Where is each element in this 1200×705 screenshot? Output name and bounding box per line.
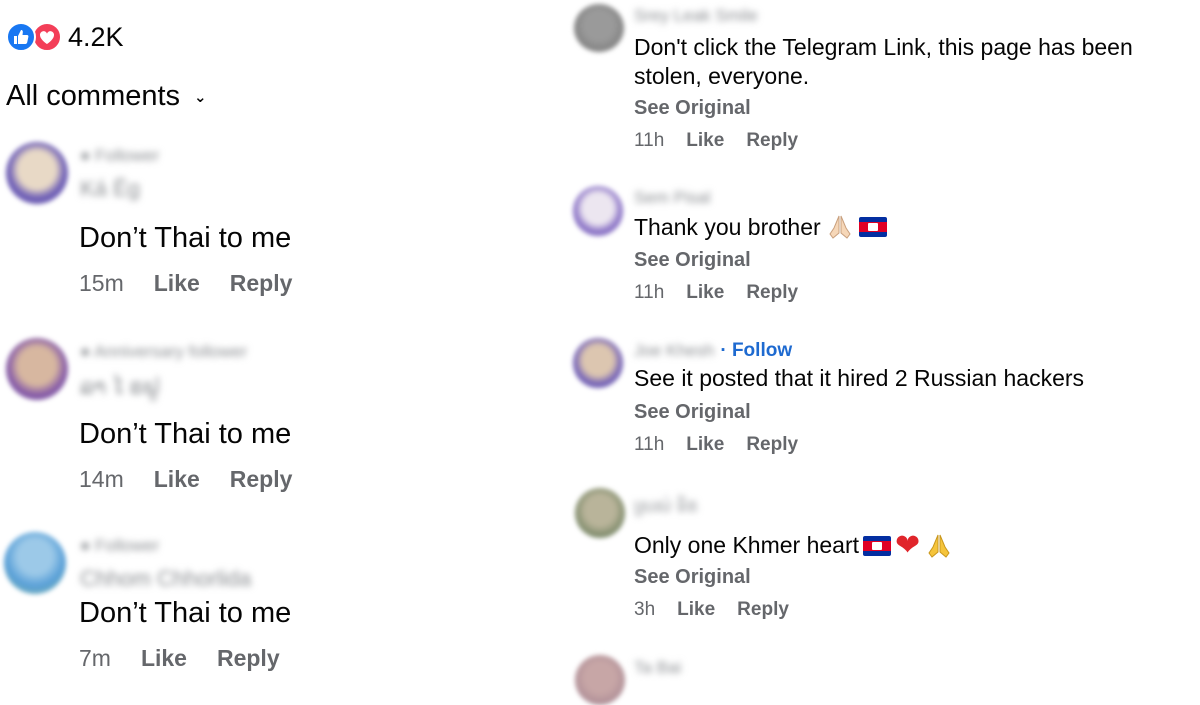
like-button[interactable]: Like bbox=[686, 282, 724, 304]
comment-time[interactable]: 3h bbox=[634, 599, 655, 621]
avatar[interactable] bbox=[573, 338, 623, 388]
see-original-link[interactable]: See Original bbox=[634, 401, 751, 424]
comment-text: Only one Khmer heart ❤ bbox=[634, 528, 954, 563]
comment-author[interactable]: Srey Leak Smile bbox=[634, 6, 758, 26]
like-button[interactable]: Like bbox=[686, 130, 724, 152]
reaction-count: 4.2K bbox=[68, 21, 124, 52]
reply-button[interactable]: Reply bbox=[746, 130, 798, 152]
like-button[interactable]: Like bbox=[141, 645, 187, 672]
comment-sort-dropdown[interactable]: All comments ⌄ bbox=[6, 80, 207, 113]
like-reaction-icon bbox=[6, 22, 36, 52]
avatar[interactable] bbox=[574, 4, 624, 52]
avatar[interactable] bbox=[575, 488, 625, 538]
reply-button[interactable]: Reply bbox=[230, 466, 293, 493]
comment-author[interactable]: Ká Ëg bbox=[80, 176, 140, 202]
avatar[interactable] bbox=[575, 655, 625, 705]
red-heart-icon: ❤ bbox=[895, 529, 921, 562]
comment-author[interactable]: Sem Pisal bbox=[634, 188, 711, 208]
comment-actions: 11h Like Reply bbox=[634, 130, 798, 152]
avatar[interactable] bbox=[6, 338, 68, 400]
like-button[interactable]: Like bbox=[677, 599, 715, 621]
comment-time[interactable]: 11h bbox=[634, 434, 664, 456]
comment-time[interactable]: 11h bbox=[634, 282, 664, 304]
comment-text: Don’t Thai to me bbox=[79, 597, 292, 629]
comment-text-body: Thank you brother bbox=[634, 213, 821, 240]
avatar[interactable] bbox=[6, 142, 68, 204]
chevron-down-icon: ⌄ bbox=[194, 88, 207, 106]
folded-hands-icon bbox=[829, 215, 851, 239]
comment-actions: 3h Like Reply bbox=[634, 599, 789, 621]
comment-time[interactable]: 7m bbox=[79, 645, 111, 672]
comment-text-line: Don't click the Telegram Link, this page… bbox=[634, 34, 1133, 60]
reply-button[interactable]: Reply bbox=[746, 434, 798, 456]
follower-badge: ● Follower bbox=[80, 146, 160, 165]
comment-author[interactable]: Chhom Chhorlida bbox=[80, 566, 251, 592]
reply-button[interactable]: Reply bbox=[217, 645, 280, 672]
follow-button[interactable]: · Follow bbox=[720, 340, 792, 362]
see-original-link[interactable]: See Original bbox=[634, 249, 751, 272]
comment-header: Joe Khesh · Follow bbox=[634, 340, 792, 362]
comment-actions: 15m Like Reply bbox=[79, 270, 292, 297]
follower-badge: ● Follower bbox=[80, 536, 160, 555]
comment-text: Don't click the Telegram Link, this page… bbox=[634, 33, 1133, 91]
reply-button[interactable]: Reply bbox=[230, 270, 293, 297]
avatar[interactable] bbox=[573, 186, 623, 236]
avatar[interactable] bbox=[4, 532, 66, 594]
see-original-link[interactable]: See Original bbox=[634, 97, 751, 120]
comment-actions: 14m Like Reply bbox=[79, 466, 292, 493]
comment-actions: 7m Like Reply bbox=[79, 645, 280, 672]
comment-time[interactable]: 14m bbox=[79, 466, 124, 493]
reply-button[interactable]: Reply bbox=[746, 282, 798, 304]
comment-text: See it posted that it hired 2 Russian ha… bbox=[634, 365, 1085, 391]
comment-actions: 11h Like Reply bbox=[634, 282, 798, 304]
like-button[interactable]: Like bbox=[686, 434, 724, 456]
comment-author[interactable]: Joe Khesh bbox=[634, 341, 714, 361]
reaction-summary[interactable]: 4.2K bbox=[6, 20, 124, 54]
follower-badge: ● Anniversary follower bbox=[80, 342, 248, 361]
like-button[interactable]: Like bbox=[154, 270, 200, 297]
comment-author[interactable]: Ta Bai bbox=[634, 658, 681, 678]
cambodia-flag-icon bbox=[858, 217, 887, 237]
comment-author[interactable]: ស្រស់ ទិត bbox=[634, 496, 698, 521]
love-reaction-icon bbox=[32, 22, 62, 52]
like-button[interactable]: Like bbox=[154, 466, 200, 493]
sort-label: All comments bbox=[6, 80, 181, 112]
comment-text: Don’t Thai to me bbox=[79, 418, 292, 450]
comment-text-body: Only one Khmer heart bbox=[634, 532, 860, 558]
reply-button[interactable]: Reply bbox=[737, 599, 789, 621]
see-original-link[interactable]: See Original bbox=[634, 566, 751, 589]
comment-text-line: stolen, everyone. bbox=[634, 63, 810, 89]
comment-actions: 11h Like Reply bbox=[634, 434, 798, 456]
comment-text: Don’t Thai to me bbox=[79, 222, 292, 254]
comment-author[interactable]: ລາ ໄ ຣຟູ bbox=[80, 374, 159, 400]
cambodia-flag-icon bbox=[863, 535, 892, 556]
comment-text: Thank you brother bbox=[634, 212, 887, 242]
comment-time[interactable]: 11h bbox=[634, 130, 664, 152]
folded-hands-icon bbox=[928, 534, 950, 558]
comment-time[interactable]: 15m bbox=[79, 270, 124, 297]
